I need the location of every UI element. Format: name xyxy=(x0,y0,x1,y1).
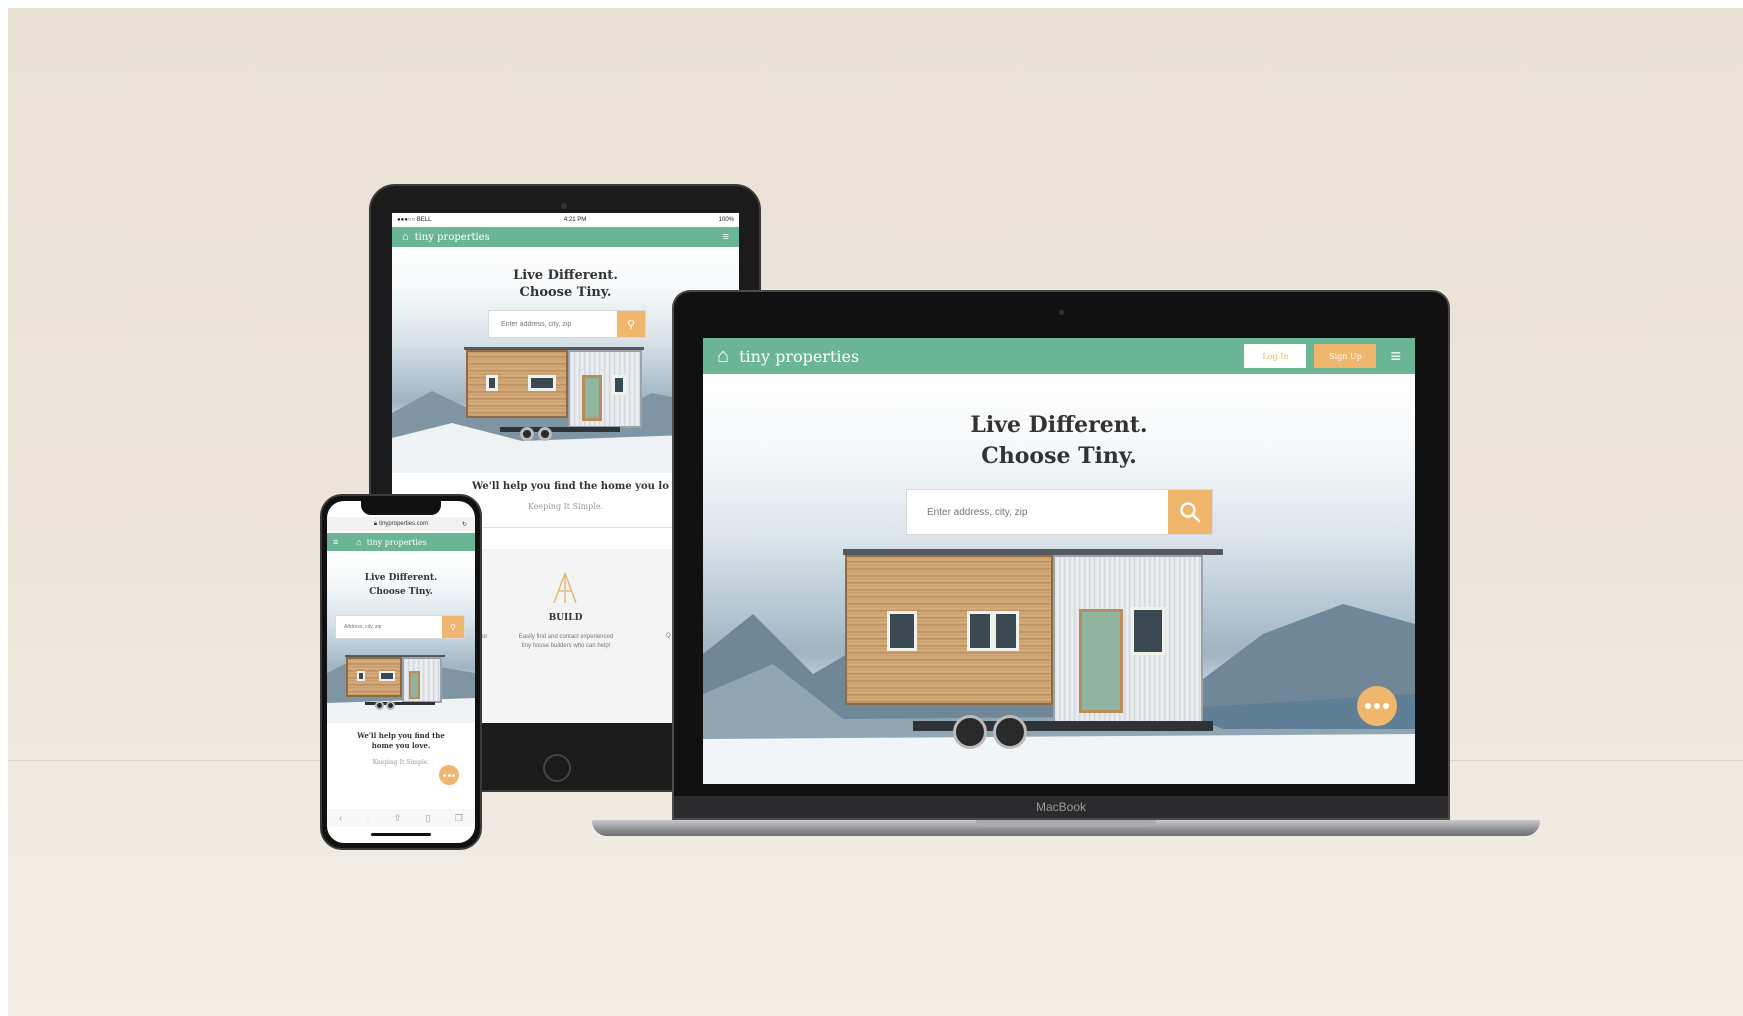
tablet-home-button[interactable] xyxy=(543,754,571,782)
brand-name[interactable]: tiny properties xyxy=(367,538,427,547)
logo-icon[interactable]: ⌂ xyxy=(356,537,361,547)
signup-button[interactable]: Sign Up xyxy=(1314,344,1377,368)
phone-screen: 🔒︎ tinyproperties.com ↻ ≡ ⌂ tiny propert… xyxy=(327,501,475,843)
logo-icon[interactable]: ⌂ xyxy=(717,345,729,368)
login-button[interactable]: Log In xyxy=(1244,344,1307,368)
laptop-search xyxy=(906,489,1213,535)
search-input[interactable] xyxy=(336,616,442,638)
laptop-hero: Live Different. Choose Tiny. xyxy=(703,374,1415,784)
home-indicator xyxy=(371,833,431,836)
search-input[interactable] xyxy=(489,311,617,337)
tablet-search: ⚲ xyxy=(488,310,646,338)
phone-tagline: We'll help you find the home you love. xyxy=(327,731,475,751)
menu-icon[interactable]: ≡ xyxy=(333,537,338,547)
tablet-camera xyxy=(561,203,567,209)
browser-toolbar: ‹ › ⇪ ▯ ❐ xyxy=(327,809,475,827)
tabs-icon[interactable]: ❐ xyxy=(455,813,463,824)
phone-search: ⚲ xyxy=(335,615,465,639)
divider xyxy=(452,527,682,528)
chat-button[interactable] xyxy=(439,765,459,785)
headline-line1: Live Different. xyxy=(513,268,618,283)
share-icon[interactable]: ⇪ xyxy=(394,813,402,824)
tagline-line1: We'll help you find the xyxy=(357,731,445,740)
tagline-line2: home you love. xyxy=(371,741,431,750)
time-label: 4:21 PM xyxy=(563,217,587,223)
laptop-notch xyxy=(976,820,1156,827)
laptop-navbar: ⌂ tiny properties Log In Sign Up ≡ xyxy=(703,338,1415,374)
menu-icon[interactable]: ≡ xyxy=(723,231,729,243)
battery-label: 100% xyxy=(718,217,734,223)
build-icon xyxy=(553,572,577,604)
reload-icon[interactable]: ↻ xyxy=(462,521,467,528)
tiny-house-image xyxy=(345,655,445,711)
tablet-navbar: ⌂ tiny properties ≡ xyxy=(392,227,739,247)
search-icon xyxy=(1180,502,1201,523)
search-input[interactable] xyxy=(907,490,1168,534)
headline-line2: Choose Tiny. xyxy=(369,587,433,597)
device-label: MacBook xyxy=(1035,800,1087,814)
laptop-device: ⌂ tiny properties Log In Sign Up ≡ Live … xyxy=(672,290,1450,820)
tablet-tagline: We'll help you find the home you lo xyxy=(472,481,669,492)
url-text: tinyproperties.com xyxy=(379,521,429,527)
tiny-house-image xyxy=(464,347,644,443)
carrier-label: ●●●○○ BELL xyxy=(397,217,432,223)
laptop-base xyxy=(592,820,1540,836)
headline-line2: Choose Tiny. xyxy=(981,443,1137,469)
lock-icon: 🔒︎ xyxy=(373,520,378,527)
menu-icon[interactable]: ≡ xyxy=(1390,346,1401,367)
search-button[interactable]: ⚲ xyxy=(442,616,464,638)
search-icon: ⚲ xyxy=(450,622,456,632)
feature-text: Easily find and contact experienced tiny… xyxy=(518,634,614,649)
hero-headline: Live Different. Choose Tiny. xyxy=(327,571,475,599)
phone-navbar: ≡ ⌂ tiny properties xyxy=(327,533,475,551)
brand-name[interactable]: tiny properties xyxy=(739,347,859,366)
search-button[interactable]: ⚲ xyxy=(617,311,645,337)
tablet-status-bar: ●●●○○ BELL 4:21 PM 100% xyxy=(392,213,739,227)
laptop-screen: ⌂ tiny properties Log In Sign Up ≡ Live … xyxy=(703,338,1415,784)
chat-button[interactable] xyxy=(1357,686,1397,726)
brand-name[interactable]: tiny properties xyxy=(415,232,490,243)
forward-icon[interactable]: › xyxy=(366,813,369,823)
search-icon: ⚲ xyxy=(626,318,636,331)
headline-line1: Live Different. xyxy=(970,412,1148,438)
hero-headline: Live Different. Choose Tiny. xyxy=(703,410,1415,472)
headline-line1: Live Different. xyxy=(364,573,438,583)
phone-notch xyxy=(361,501,441,515)
back-icon[interactable]: ‹ xyxy=(339,813,342,823)
bookmarks-icon[interactable]: ▯ xyxy=(426,813,431,824)
search-button[interactable] xyxy=(1168,490,1212,534)
laptop-camera xyxy=(1059,310,1064,315)
phone-device: 🔒︎ tinyproperties.com ↻ ≡ ⌂ tiny propert… xyxy=(320,494,482,850)
laptop-chin: MacBook xyxy=(674,796,1448,818)
phone-hero: Live Different. Choose Tiny. ⚲ xyxy=(327,551,475,723)
feature-right-text: Q xyxy=(666,633,671,639)
logo-icon[interactable]: ⌂ xyxy=(402,231,409,243)
url-bar[interactable]: 🔒︎ tinyproperties.com ↻ xyxy=(327,517,475,531)
mockup-scene: ●●●○○ BELL 4:21 PM 100% ⌂ tiny propertie… xyxy=(8,8,1743,1016)
tiny-house-image xyxy=(843,549,1243,759)
